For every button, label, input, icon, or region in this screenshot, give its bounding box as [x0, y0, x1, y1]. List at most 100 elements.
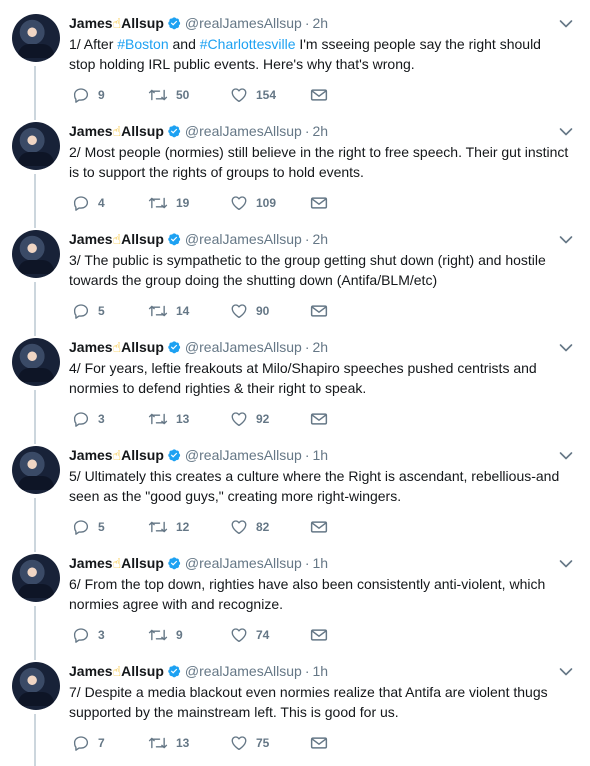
avatar[interactable] — [12, 662, 60, 710]
reply-button[interactable]: 3 — [72, 625, 105, 645]
like-button[interactable]: 90 — [230, 301, 269, 321]
tweet-header: James☝Allsup @realJamesAllsup · 2h — [69, 337, 328, 357]
tweet[interactable]: James☝Allsup @realJamesAllsup · 2h 1/ Af… — [0, 2, 590, 110]
tweet[interactable]: James☝Allsup @realJamesAllsup · 1h 7/ De… — [0, 650, 590, 758]
tweet[interactable]: James☝Allsup @realJamesAllsup · 1h 5/ Ul… — [0, 434, 590, 542]
avatar[interactable] — [12, 230, 60, 278]
chevron-down-icon[interactable] — [559, 340, 573, 352]
avatar[interactable] — [12, 122, 60, 170]
separator-dot: · — [304, 663, 310, 679]
chevron-down-icon[interactable] — [559, 448, 573, 460]
handle[interactable]: @realJamesAllsup — [185, 123, 302, 139]
retweet-icon — [148, 86, 168, 104]
direct-message-button[interactable] — [310, 733, 328, 753]
reply-button[interactable]: 5 — [72, 517, 105, 537]
reply-icon — [72, 734, 90, 752]
tweet-header: James☝Allsup @realJamesAllsup · 2h — [69, 13, 328, 33]
tweet[interactable]: James☝Allsup @realJamesAllsup · 2h 2/ Mo… — [0, 110, 590, 218]
heart-icon — [230, 302, 248, 320]
retweet-count: 19 — [176, 196, 190, 210]
like-button[interactable]: 74 — [230, 625, 269, 645]
handle[interactable]: @realJamesAllsup — [185, 555, 302, 571]
like-button[interactable]: 75 — [230, 733, 269, 753]
timestamp[interactable]: 2h — [313, 123, 329, 139]
heart-icon — [230, 518, 248, 536]
reply-count: 3 — [98, 412, 105, 426]
tweet[interactable]: James☝Allsup @realJamesAllsup · 2h 3/ Th… — [0, 218, 590, 326]
avatar[interactable] — [12, 338, 60, 386]
reply-button[interactable]: 9 — [72, 85, 105, 105]
tweet-header: James☝Allsup @realJamesAllsup · 1h — [69, 661, 328, 681]
tweet[interactable]: James☝Allsup @realJamesAllsup · 1h 6/ Fr… — [0, 542, 590, 650]
display-name[interactable]: James☝Allsup — [69, 339, 164, 356]
direct-message-button[interactable] — [310, 85, 328, 105]
timestamp[interactable]: 1h — [313, 555, 329, 571]
handle[interactable]: @realJamesAllsup — [185, 231, 302, 247]
handle[interactable]: @realJamesAllsup — [185, 339, 302, 355]
chevron-down-icon[interactable] — [559, 664, 573, 676]
retweet-button[interactable]: 9 — [148, 625, 183, 645]
hashtag-link[interactable]: #Charlottesville — [200, 36, 296, 52]
retweet-button[interactable]: 14 — [148, 301, 189, 321]
retweet-button[interactable]: 13 — [148, 733, 189, 753]
handle[interactable]: @realJamesAllsup — [185, 15, 302, 31]
chevron-down-icon[interactable] — [559, 556, 573, 568]
hashtag-link[interactable]: #Boston — [117, 36, 168, 52]
retweet-icon — [148, 518, 168, 536]
direct-message-button[interactable] — [310, 409, 328, 429]
thread-connector-line — [34, 714, 36, 766]
direct-message-button[interactable] — [310, 301, 328, 321]
reply-button[interactable]: 5 — [72, 301, 105, 321]
reply-button[interactable]: 3 — [72, 409, 105, 429]
retweet-button[interactable]: 19 — [148, 193, 189, 213]
timestamp[interactable]: 2h — [313, 339, 329, 355]
display-name[interactable]: James☝Allsup — [69, 15, 164, 32]
like-button[interactable]: 92 — [230, 409, 269, 429]
tweet-text: 6/ From the top down, righties have also… — [69, 576, 546, 612]
envelope-icon — [310, 303, 328, 319]
like-button[interactable]: 154 — [230, 85, 276, 105]
timestamp[interactable]: 1h — [313, 447, 329, 463]
envelope-icon — [310, 87, 328, 103]
display-name[interactable]: James☝Allsup — [69, 231, 164, 248]
avatar[interactable] — [12, 554, 60, 602]
retweet-button[interactable]: 12 — [148, 517, 189, 537]
like-button[interactable]: 109 — [230, 193, 276, 213]
display-name[interactable]: James☝Allsup — [69, 663, 164, 680]
reply-icon — [72, 518, 90, 536]
reply-button[interactable]: 7 — [72, 733, 105, 753]
retweet-icon — [148, 194, 168, 212]
timestamp[interactable]: 1h — [313, 663, 329, 679]
avatar[interactable] — [12, 14, 60, 62]
tweet[interactable]: James☝Allsup @realJamesAllsup · 2h 4/ Fo… — [0, 326, 590, 434]
retweet-button[interactable]: 13 — [148, 409, 189, 429]
direct-message-button[interactable] — [310, 517, 328, 537]
reply-button[interactable]: 4 — [72, 193, 105, 213]
display-name[interactable]: James☝Allsup — [69, 555, 164, 572]
like-button[interactable]: 82 — [230, 517, 269, 537]
envelope-icon — [310, 627, 328, 643]
tweet-actions: 4 19 109 — [72, 193, 352, 213]
handle[interactable]: @realJamesAllsup — [185, 663, 302, 679]
like-count: 92 — [256, 412, 270, 426]
timestamp[interactable]: 2h — [313, 15, 329, 31]
retweet-count: 9 — [176, 628, 183, 642]
avatar[interactable] — [12, 446, 60, 494]
verified-badge-icon — [167, 664, 181, 678]
display-name[interactable]: James☝Allsup — [69, 123, 164, 140]
handle[interactable]: @realJamesAllsup — [185, 447, 302, 463]
timestamp[interactable]: 2h — [313, 231, 329, 247]
chevron-down-icon[interactable] — [559, 124, 573, 136]
tweet-text: 2/ Most people (normies) still believe i… — [69, 144, 569, 180]
chevron-down-icon[interactable] — [559, 232, 573, 244]
reply-count: 7 — [98, 736, 105, 750]
finger-emoji: ☝ — [112, 662, 122, 679]
display-name[interactable]: James☝Allsup — [69, 447, 164, 464]
tweet-text: 4/ For years, leftie freakouts at Milo/S… — [69, 360, 537, 396]
separator-dot: · — [304, 447, 310, 463]
direct-message-button[interactable] — [310, 625, 328, 645]
retweet-button[interactable]: 50 — [148, 85, 189, 105]
chevron-down-icon[interactable] — [559, 16, 573, 28]
direct-message-button[interactable] — [310, 193, 328, 213]
tweet-actions: 5 14 90 — [72, 301, 352, 321]
